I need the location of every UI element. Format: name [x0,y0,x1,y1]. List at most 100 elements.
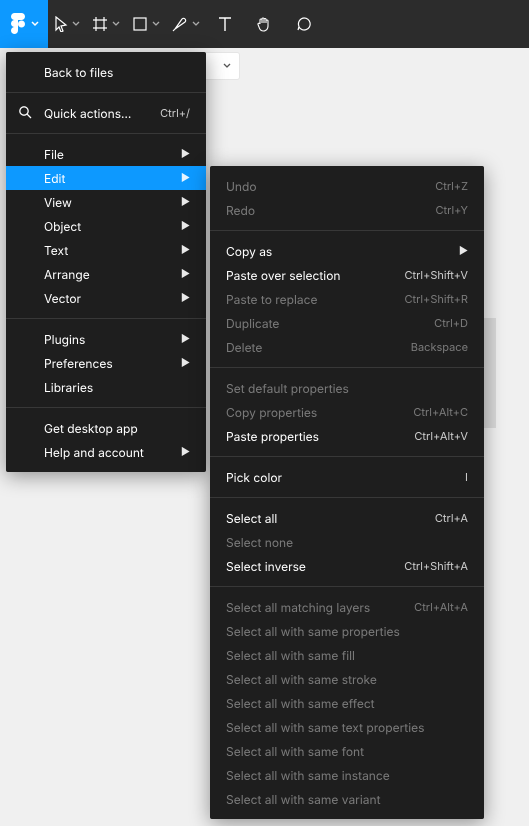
pen-tool-icon [172,16,188,32]
menu-label: Vector [44,291,81,306]
menu-item-select-same-stroke[interactable]: Select all with same stroke [210,667,484,691]
menu-item-arrange[interactable]: Arrange ▶ [6,262,206,286]
chevron-down-icon [31,21,39,27]
top-toolbar [0,0,529,48]
menu-label: File [44,147,64,162]
comment-tool[interactable] [284,0,324,48]
menu-label: Delete [226,340,262,355]
menu-label: Select all with same fill [226,648,355,663]
menu-item-select-none[interactable]: Select none [210,530,484,554]
menu-shortcut: Ctrl+D [434,316,468,330]
menu-shortcut: Ctrl+/ [160,106,190,120]
edit-submenu: UndoCtrl+Z Redo Ctrl+Y Copy as▶ Paste ove… [210,166,484,819]
menu-separator [6,407,206,408]
menu-label: Select all matching layers [226,600,370,615]
menu-item-select-same-variant[interactable]: Select all with same variant [210,787,484,811]
pen-tool[interactable] [166,0,206,48]
menu-item-quick-actions[interactable]: Quick actions… Ctrl+/ [6,101,206,125]
chevron-down-icon [72,21,80,27]
menu-separator [210,456,484,457]
chevron-down-icon [152,21,160,27]
menu-item-desktop-app[interactable]: Get desktop app [6,416,206,440]
menu-item-undo[interactable]: UndoCtrl+Z [210,174,484,198]
chevron-right-icon: ▶ [181,333,190,345]
menu-item-edit[interactable]: Edit ▶ [6,166,206,190]
menu-label: Duplicate [226,316,279,331]
hand-tool[interactable] [244,0,284,48]
menu-shortcut: Ctrl+Y [436,203,468,217]
chevron-down-icon [192,21,200,27]
menu-item-help[interactable]: Help and account ▶ [6,440,206,464]
menu-shortcut: Ctrl+Shift+A [404,559,468,573]
menu-item-select-same-fill[interactable]: Select all with same fill [210,643,484,667]
figma-logo-icon [9,11,27,37]
frame-tool[interactable] [86,0,126,48]
menu-label: Paste properties [226,429,319,444]
menu-item-preferences[interactable]: Preferences ▶ [6,351,206,375]
menu-label: Text [44,243,68,258]
chevron-right-icon: ▶ [459,245,468,257]
menu-item-paste-properties[interactable]: Paste propertiesCtrl+Alt+V [210,424,484,448]
menu-shortcut: Ctrl+Shift+R [404,292,468,306]
menu-item-set-default-properties[interactable]: Set default properties [210,376,484,400]
menu-item-plugins[interactable]: Plugins ▶ [6,327,206,351]
menu-label: Select all with same instance [226,768,390,783]
menu-label: Select all [226,511,277,526]
menu-item-select-inverse[interactable]: Select inverseCtrl+Shift+A [210,554,484,578]
menu-shortcut: Ctrl+A [435,511,468,525]
menu-label: Select none [226,535,293,550]
chevron-down-icon [223,63,231,69]
menu-item-select-all[interactable]: Select all Ctrl+A [210,506,484,530]
menu-item-view[interactable]: View ▶ [6,190,206,214]
menu-item-object[interactable]: Object ▶ [6,214,206,238]
menu-item-vector[interactable]: Vector ▶ [6,286,206,310]
hand-tool-icon [256,16,272,32]
menu-separator [210,367,484,368]
text-tool[interactable] [206,0,244,48]
menu-separator [6,92,206,93]
menu-item-copy-as[interactable]: Copy as▶ [210,239,484,263]
chevron-right-icon: ▶ [181,172,190,184]
menu-item-delete[interactable]: Delete Backspace [210,335,484,359]
menu-separator [210,497,484,498]
menu-label: View [44,195,72,210]
menu-label: Arrange [44,267,90,282]
menu-item-text[interactable]: Text ▶ [6,238,206,262]
menu-shortcut: Backspace [411,340,468,354]
menu-item-back-to-files[interactable]: Back to files [6,60,206,84]
figma-menu-button[interactable] [0,0,48,48]
menu-separator [210,230,484,231]
menu-label: Edit [44,171,65,186]
menu-item-select-same-effect[interactable]: Select all with same effect [210,691,484,715]
menu-item-libraries[interactable]: Libraries [6,375,206,399]
menu-label: Libraries [44,380,93,395]
menu-label: Select all with same stroke [226,672,377,687]
menu-item-pick-color[interactable]: Pick colorI [210,465,484,489]
menu-item-select-matching-layers[interactable]: Select all matching layers Ctrl+Alt+A [210,595,484,619]
shape-tool[interactable] [126,0,166,48]
chevron-right-icon: ▶ [181,446,190,458]
menu-item-paste-to-replace[interactable]: Paste to replaceCtrl+Shift+R [210,287,484,311]
menu-label: Redo [226,203,255,218]
menu-label: Back to files [44,65,113,80]
menu-item-duplicate[interactable]: Duplicate Ctrl+D [210,311,484,335]
menu-item-select-same-instance[interactable]: Select all with same instance [210,763,484,787]
chevron-right-icon: ▶ [181,268,190,280]
menu-shortcut: Ctrl+Alt+C [413,405,468,419]
menu-item-paste-over-selection[interactable]: Paste over selectionCtrl+Shift+V [210,263,484,287]
menu-item-copy-properties[interactable]: Copy propertiesCtrl+Alt+C [210,400,484,424]
menu-item-redo[interactable]: Redo Ctrl+Y [210,198,484,222]
menu-separator [6,133,206,134]
menu-item-select-same-font[interactable]: Select all with same font [210,739,484,763]
menu-label: Select all with same text properties [226,720,424,735]
menu-shortcut: Ctrl+Shift+V [404,268,468,282]
menu-item-select-same-properties[interactable]: Select all with same properties [210,619,484,643]
menu-item-file[interactable]: File ▶ [6,142,206,166]
menu-shortcut: Ctrl+Alt+A [414,600,468,614]
chevron-right-icon: ▶ [181,244,190,256]
menu-item-select-same-text-properties[interactable]: Select all with same text properties [210,715,484,739]
menu-label: Object [44,219,81,234]
move-tool[interactable] [48,0,86,48]
rectangle-tool-icon [132,16,148,32]
chevron-right-icon: ▶ [181,292,190,304]
